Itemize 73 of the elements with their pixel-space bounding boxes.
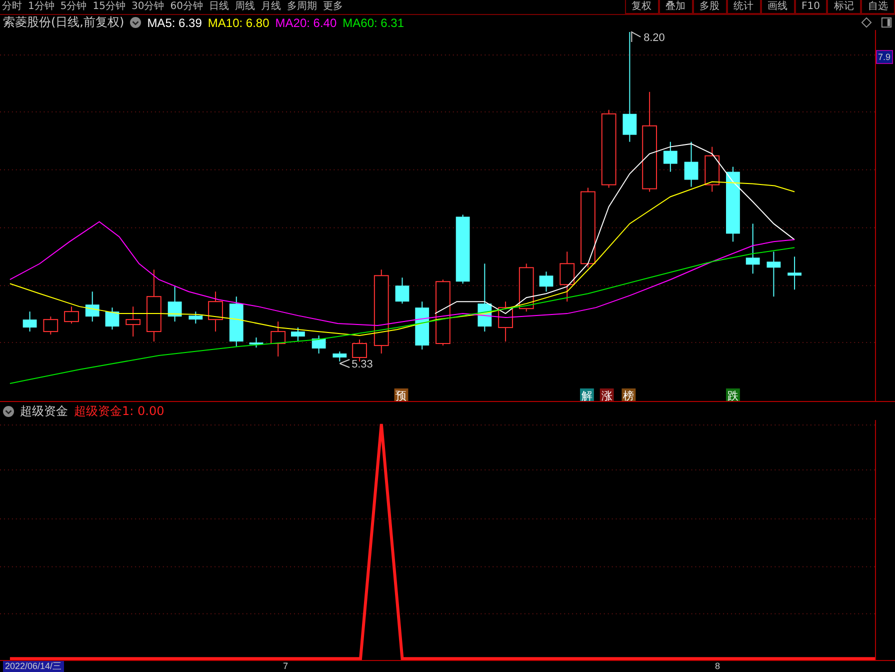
period-tab[interactable]: 15分钟 (92, 0, 126, 14)
candlestick (436, 279, 450, 346)
toolbar-button[interactable]: 画线 (760, 0, 795, 14)
period-tab[interactable]: 分时 (2, 0, 22, 14)
dropdown-icon[interactable] (3, 406, 14, 417)
period-tab[interactable]: 日线 (208, 0, 229, 14)
toolbar-button[interactable]: 叠加 (658, 0, 693, 14)
toolbar-button[interactable]: 多股 (692, 0, 727, 14)
candlestick (168, 286, 182, 322)
candlestick (498, 301, 513, 342)
candlestick (788, 256, 802, 290)
candlestick (312, 335, 326, 354)
candlestick (291, 327, 305, 342)
ma-value: MA5: 6.39 (147, 16, 202, 30)
signal-tag: 跌 (726, 388, 740, 402)
candlestick (746, 223, 760, 274)
candlestick (663, 141, 678, 172)
candlestick (415, 301, 430, 350)
indicator-name: 超级资金 (20, 402, 68, 420)
candlestick (456, 214, 470, 284)
stock-name: 索菱股份(日线,前复权) (3, 14, 124, 31)
period-tab[interactable]: 60分钟 (170, 0, 203, 14)
candlestick (518, 263, 534, 312)
period-tab[interactable]: 多周期 (286, 0, 317, 14)
month-label: 8 (715, 661, 720, 672)
period-tab[interactable]: 更多 (322, 0, 343, 14)
period-tab[interactable]: 30分钟 (131, 0, 164, 14)
pointer-line (631, 31, 642, 42)
candlestick (270, 321, 286, 357)
toolbar-button[interactable]: 标记 (827, 0, 861, 14)
panel-icon[interactable] (881, 17, 892, 28)
low-price-label: 5.33 (352, 358, 373, 370)
candlestick (126, 306, 141, 338)
candlestick (85, 291, 100, 322)
period-tab[interactable]: 月线 (260, 0, 281, 14)
period-tab[interactable]: 周线 (234, 0, 255, 14)
cursor-date: 2022/06/14/三 (3, 661, 64, 672)
candlestick (208, 291, 223, 332)
high-price-label: 8.20 (644, 32, 665, 44)
candlestick (684, 141, 698, 188)
diamond-icon[interactable] (861, 17, 872, 28)
toolbar-button[interactable]: 自选 (861, 0, 895, 14)
candlestick (766, 251, 781, 298)
candlestick (249, 337, 264, 348)
candlestick (478, 263, 492, 332)
toolbar-button[interactable]: F10 (794, 0, 827, 14)
month-label: 7 (283, 661, 288, 672)
indicator-value: 超级资金1: 0.00 (74, 402, 164, 420)
candlestick (64, 306, 79, 324)
candlestick (704, 146, 720, 192)
signal-tag: 榜 (622, 388, 636, 402)
ma-value: MA20: 6.40 (275, 16, 337, 30)
candlestick (105, 307, 120, 330)
signal-tag: 解 (580, 388, 594, 402)
candlestick (395, 277, 410, 304)
dropdown-icon[interactable] (130, 17, 142, 28)
toolbar-button[interactable]: 复权 (624, 0, 659, 14)
period-tab[interactable]: 5分钟 (60, 0, 87, 14)
candlestick (188, 311, 203, 324)
signal-tag: 预 (394, 388, 408, 402)
ma-value: MA10: 6.80 (208, 16, 270, 30)
signal-tag: 涨 (600, 388, 614, 402)
candlestick (560, 251, 575, 302)
candlestick (22, 311, 37, 332)
candlestick (43, 316, 58, 336)
toolbar-button[interactable]: 统计 (726, 0, 761, 14)
period-tab[interactable]: 1分钟 (28, 0, 54, 14)
candlestick (332, 351, 347, 362)
pointer-line (339, 358, 350, 368)
price-tag: 7.9 (876, 50, 893, 64)
candlestick (229, 296, 244, 347)
ma-value: MA60: 6.31 (342, 16, 404, 30)
candlestick (539, 271, 554, 292)
